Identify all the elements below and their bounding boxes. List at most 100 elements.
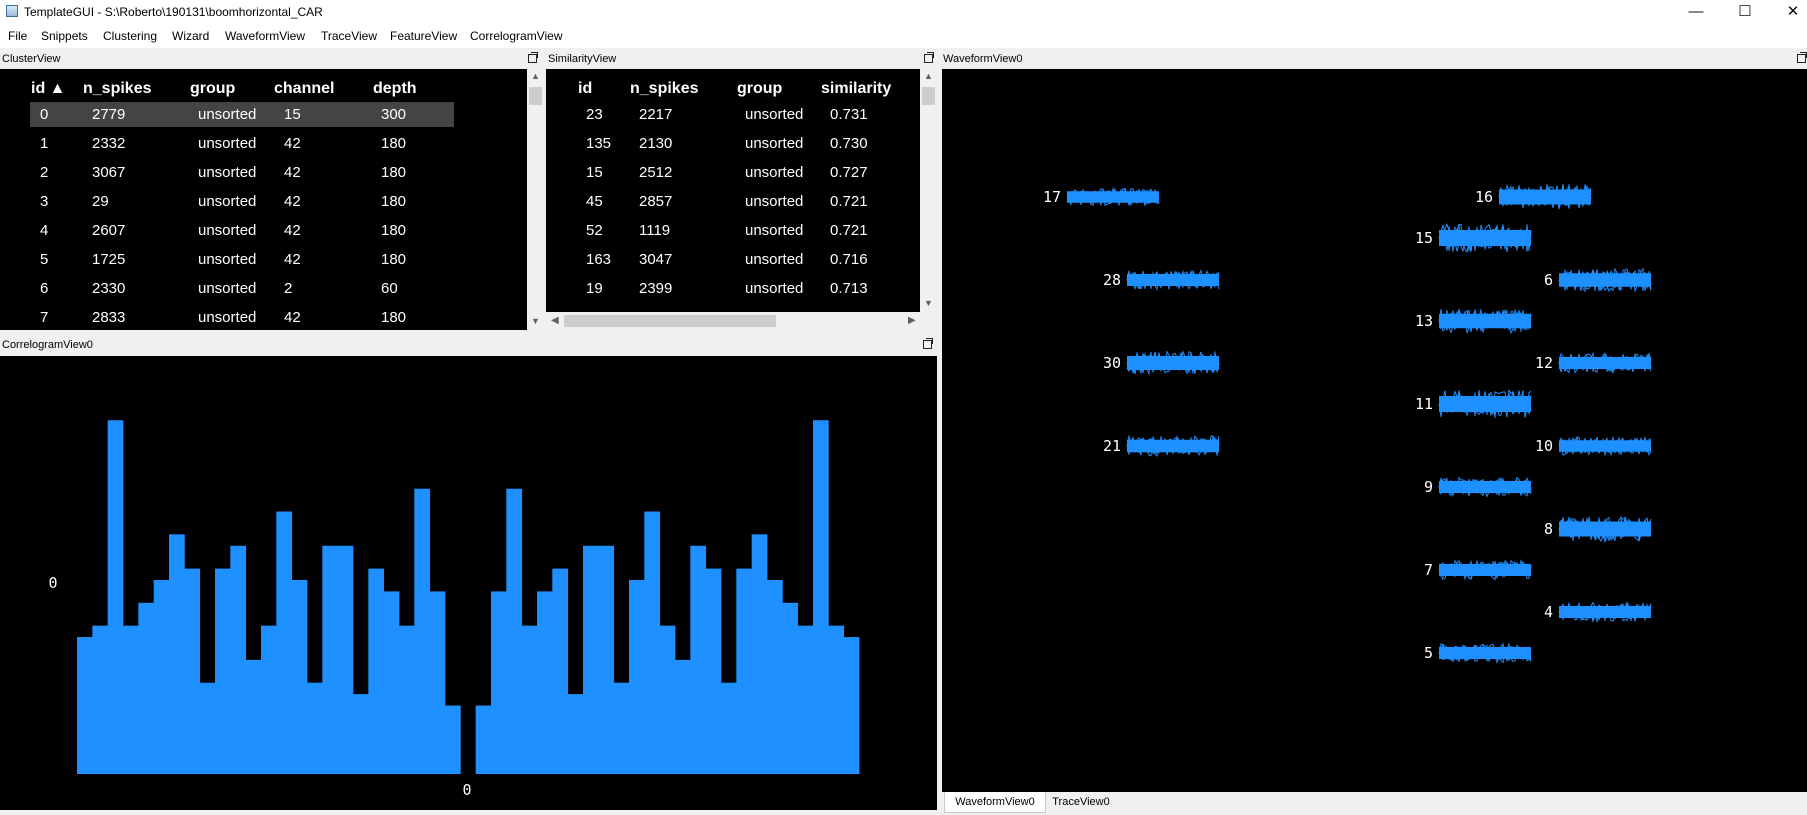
similarityview-panel: id n_spikes group similarity 23 2217 unsor…	[546, 69, 920, 312]
cluster-table-row[interactable]: 6 2330 unsorted 2 60	[30, 276, 454, 301]
correlogramview-panel[interactable]: 0 0	[0, 356, 937, 810]
cluster-header-n-spikes[interactable]: n_spikes	[83, 80, 151, 98]
similarity-header-n-spikes[interactable]: n_spikes	[630, 80, 698, 98]
scroll-right-icon[interactable]: ▶	[908, 312, 916, 330]
clusterview-float-icon[interactable]	[528, 52, 538, 63]
similarity-table-row[interactable]: 23 2217 unsorted 0.731	[546, 102, 920, 127]
waveformview-float-icon[interactable]	[1797, 52, 1807, 63]
correlogram-bar	[77, 637, 93, 774]
similarity-header-similarity[interactable]: similarity	[821, 80, 891, 98]
scroll-left-icon[interactable]: ◀	[551, 312, 559, 330]
similarityview-hscroll-thumb[interactable]	[564, 315, 776, 327]
cluster-header-id[interactable]: id ▲	[31, 80, 66, 98]
menu-wizard[interactable]: Wizard	[172, 29, 209, 43]
channel-label: 8	[1544, 520, 1553, 538]
similarity-cell: 0.731	[830, 106, 868, 123]
waveform-channel: 28	[1103, 268, 1220, 291]
correlogram-xlabel: 0	[462, 781, 471, 799]
channel-label: 13	[1415, 312, 1433, 330]
cluster-header-depth[interactable]: depth	[373, 80, 417, 98]
clusterview-title: ClusterView	[2, 53, 61, 65]
correlogram-bar	[107, 420, 124, 774]
scroll-up-icon[interactable]: ▲	[920, 71, 937, 81]
similarity-table-row[interactable]: 163 3047 unsorted 0.716	[546, 247, 920, 272]
cluster-table: id ▲ n_spikes group channel depth 0 2779 u…	[0, 69, 527, 330]
correlogramview-float-icon[interactable]	[923, 338, 933, 349]
cluster-header-group[interactable]: group	[190, 80, 235, 98]
menu-correlogramview[interactable]: CorrelogramView	[470, 29, 562, 43]
waveform-channel: 10	[1535, 435, 1652, 457]
cluster-table-row[interactable]: 3 29 unsorted 42 180	[30, 189, 454, 214]
cluster-table-row[interactable]: 2 3067 unsorted 42 180	[30, 160, 454, 185]
maximize-icon[interactable]: ☐	[1722, 0, 1768, 24]
similarity-table-row[interactable]: 15 2512 unsorted 0.727	[546, 160, 920, 185]
correlogram-bar	[537, 591, 553, 774]
channel-label: 10	[1535, 437, 1553, 455]
similarityview-vscroll-thumb[interactable]	[922, 87, 935, 105]
tab-traceview0[interactable]: TraceView0	[1046, 792, 1116, 812]
correlogram-bar	[429, 591, 446, 774]
cluster-table-row[interactable]: 7 2833 unsorted 42 180	[30, 305, 454, 330]
menu-file[interactable]: File	[8, 29, 27, 43]
waveform-channel: 13	[1415, 308, 1532, 335]
clusterview-vscroll-thumb[interactable]	[529, 87, 542, 105]
similarity-cell: unsorted	[745, 193, 804, 210]
correlogram-bar	[184, 568, 201, 774]
similarity-cell: 163	[586, 251, 612, 268]
similarity-header-id[interactable]: id	[578, 80, 592, 98]
menu-traceview[interactable]: TraceView	[321, 29, 377, 43]
menu-waveformview[interactable]: WaveformView	[225, 29, 305, 43]
correlogram-bar	[291, 580, 308, 774]
similarity-table-row[interactable]: 135 2130 unsorted 0.730	[546, 131, 920, 156]
cluster-header-channel[interactable]: channel	[274, 80, 334, 98]
waveformview-panel[interactable]: 17 16 15 28 6 13 30 12 11 21 10 9 8 7 4 5	[942, 69, 1807, 792]
channel-label: 11	[1415, 395, 1433, 413]
similarity-cell: 0.730	[830, 135, 868, 152]
cluster-cell: 1725	[92, 251, 126, 268]
close-icon[interactable]: ✕	[1770, 0, 1807, 24]
window-title-bar: TemplateGUI - S:\Roberto\190131\boomhori…	[0, 0, 1807, 24]
correlogram-bar	[261, 625, 277, 774]
similarity-cell: 0.727	[830, 164, 868, 181]
scroll-down-icon[interactable]: ▼	[527, 316, 544, 326]
cluster-table-row[interactable]: 1 2332 unsorted 42 180	[30, 131, 454, 156]
cluster-cell: 29	[92, 193, 109, 210]
scroll-down-icon[interactable]: ▼	[920, 298, 937, 308]
correlogram-bar	[169, 534, 185, 774]
channel-label: 15	[1415, 229, 1433, 247]
menu-featureview[interactable]: FeatureView	[390, 29, 457, 43]
waveform-channel: 6	[1544, 267, 1652, 293]
channel-label: 16	[1475, 188, 1493, 206]
correlogram-bar	[690, 545, 707, 774]
clusterview-vscroll[interactable]: ▲ ▼	[527, 69, 544, 330]
similarity-header-group[interactable]: group	[737, 80, 782, 98]
menu-clustering[interactable]: Clustering	[103, 29, 157, 43]
similarityview-float-icon[interactable]	[924, 52, 934, 63]
correlogram-bar	[399, 625, 415, 774]
channel-label: 5	[1424, 644, 1433, 662]
correlogram-bar	[782, 602, 799, 774]
clusterview-panel: id ▲ n_spikes group channel depth 0 2779 u…	[0, 69, 527, 330]
cluster-table-row[interactable]: 5 1725 unsorted 42 180	[30, 247, 454, 272]
correlogram-bar	[491, 591, 507, 774]
similarity-cell: 2857	[639, 193, 673, 210]
scroll-up-icon[interactable]: ▲	[527, 71, 544, 81]
correlogram-bar	[414, 488, 431, 774]
similarity-cell: unsorted	[745, 280, 804, 297]
cluster-table-row[interactable]: 0 2779 unsorted 15 300	[30, 102, 454, 127]
minimize-icon[interactable]: —	[1673, 0, 1719, 24]
similarity-table-row[interactable]: 45 2857 unsorted 0.721	[546, 189, 920, 214]
cluster-cell: unsorted	[198, 164, 257, 181]
correlogram-bar	[215, 568, 231, 774]
similarityview-hscroll[interactable]: ◀ ▶	[546, 312, 920, 330]
similarity-table-row[interactable]: 19 2399 unsorted 0.713	[546, 276, 920, 301]
correlogram-bar	[445, 705, 461, 774]
similarityview-vscroll[interactable]: ▲ ▼	[920, 69, 937, 312]
correlogram-bar	[138, 602, 155, 774]
menu-snippets[interactable]: Snippets	[41, 29, 88, 43]
tab-waveformview0[interactable]: WaveformView0	[944, 792, 1046, 813]
correlogram-bar	[813, 420, 829, 774]
correlogram-chart: 0 0	[48, 420, 860, 799]
cluster-table-row[interactable]: 4 2607 unsorted 42 180	[30, 218, 454, 243]
similarity-table-row[interactable]: 52 1119 unsorted 0.721	[546, 218, 920, 243]
